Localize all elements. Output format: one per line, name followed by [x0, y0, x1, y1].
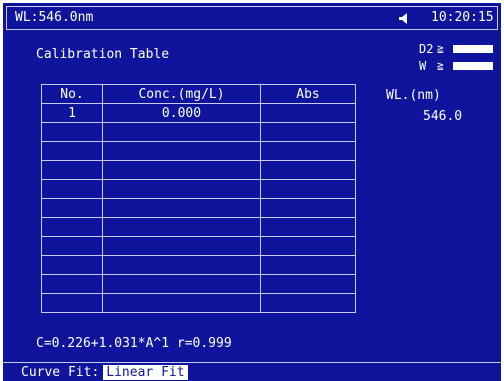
- cell-conc[interactable]: [102, 274, 261, 294]
- cell-abs[interactable]: [260, 293, 356, 313]
- table-header-row: No. Conc.(mg/L) Abs: [41, 84, 356, 104]
- table-row[interactable]: [41, 274, 356, 294]
- table-row[interactable]: 1 0.000: [41, 103, 356, 123]
- cell-abs[interactable]: [260, 160, 356, 180]
- cell-no[interactable]: [41, 198, 103, 218]
- cell-no[interactable]: [41, 255, 103, 275]
- table-row[interactable]: [41, 122, 356, 142]
- cell-no[interactable]: [41, 236, 103, 256]
- cell-abs[interactable]: [260, 236, 356, 256]
- wl-label: WL.(nm): [386, 88, 441, 103]
- page-title: Calibration Table: [36, 47, 170, 62]
- table-row[interactable]: [41, 217, 356, 237]
- cell-no[interactable]: [41, 293, 103, 313]
- cell-abs[interactable]: [260, 103, 356, 123]
- table-row[interactable]: [41, 236, 356, 256]
- divider: [3, 362, 501, 363]
- cell-no[interactable]: [41, 179, 103, 199]
- cell-conc[interactable]: [102, 141, 261, 161]
- cell-conc[interactable]: 0.000: [102, 103, 261, 123]
- curve-fit-setting: Curve Fit: Linear Fit: [21, 365, 188, 380]
- lamp-bar: [453, 62, 493, 70]
- cell-abs[interactable]: [260, 274, 356, 294]
- cell-no[interactable]: [41, 274, 103, 294]
- wavelength-readout: WL:546.0nm: [15, 10, 94, 25]
- cell-abs[interactable]: [260, 198, 356, 218]
- calibration-table[interactable]: No. Conc.(mg/L) Abs 1 0.000: [41, 84, 356, 313]
- lamp-indicator-icon: ≧: [437, 59, 444, 72]
- table-row[interactable]: [41, 179, 356, 199]
- status-bar: WL:546.0nm 10:20:15: [6, 6, 498, 30]
- column-header-no: No.: [41, 84, 103, 104]
- cell-conc[interactable]: [102, 179, 261, 199]
- speaker-icon: [399, 13, 407, 24]
- cell-abs[interactable]: [260, 217, 356, 237]
- cell-no[interactable]: [41, 160, 103, 180]
- cell-no[interactable]: [41, 217, 103, 237]
- instrument-screen: WL:546.0nm 10:20:15 Calibration Table D2…: [3, 3, 501, 381]
- lamp-name: D2: [419, 42, 434, 56]
- cell-conc[interactable]: [102, 198, 261, 218]
- cell-no[interactable]: 1: [41, 103, 103, 123]
- lamp-bar: [453, 45, 493, 53]
- cell-conc[interactable]: [102, 255, 261, 275]
- table-row[interactable]: [41, 141, 356, 161]
- column-header-conc: Conc.(mg/L): [102, 84, 261, 104]
- wl-value: 546.0: [423, 109, 463, 124]
- table-row[interactable]: [41, 198, 356, 218]
- table-row[interactable]: [41, 255, 356, 275]
- curve-fit-select[interactable]: Linear Fit: [103, 365, 188, 380]
- clock: 10:20:15: [431, 10, 494, 25]
- cell-conc[interactable]: [102, 217, 261, 237]
- table-row[interactable]: [41, 293, 356, 313]
- cell-no[interactable]: [41, 141, 103, 161]
- cell-conc[interactable]: [102, 236, 261, 256]
- cell-no[interactable]: [41, 122, 103, 142]
- cell-conc[interactable]: [102, 122, 261, 142]
- cell-conc[interactable]: [102, 293, 261, 313]
- lamp-name: W: [419, 59, 427, 73]
- column-header-abs: Abs: [260, 84, 356, 104]
- table-row[interactable]: [41, 160, 356, 180]
- fit-equation: C=0.226+1.031*A^1 r=0.999: [36, 336, 232, 351]
- lamp-indicator-icon: ≧: [437, 42, 444, 55]
- curve-fit-label: Curve Fit:: [21, 365, 100, 380]
- cell-abs[interactable]: [260, 179, 356, 199]
- cell-abs[interactable]: [260, 141, 356, 161]
- cell-conc[interactable]: [102, 160, 261, 180]
- cell-abs[interactable]: [260, 122, 356, 142]
- cell-abs[interactable]: [260, 255, 356, 275]
